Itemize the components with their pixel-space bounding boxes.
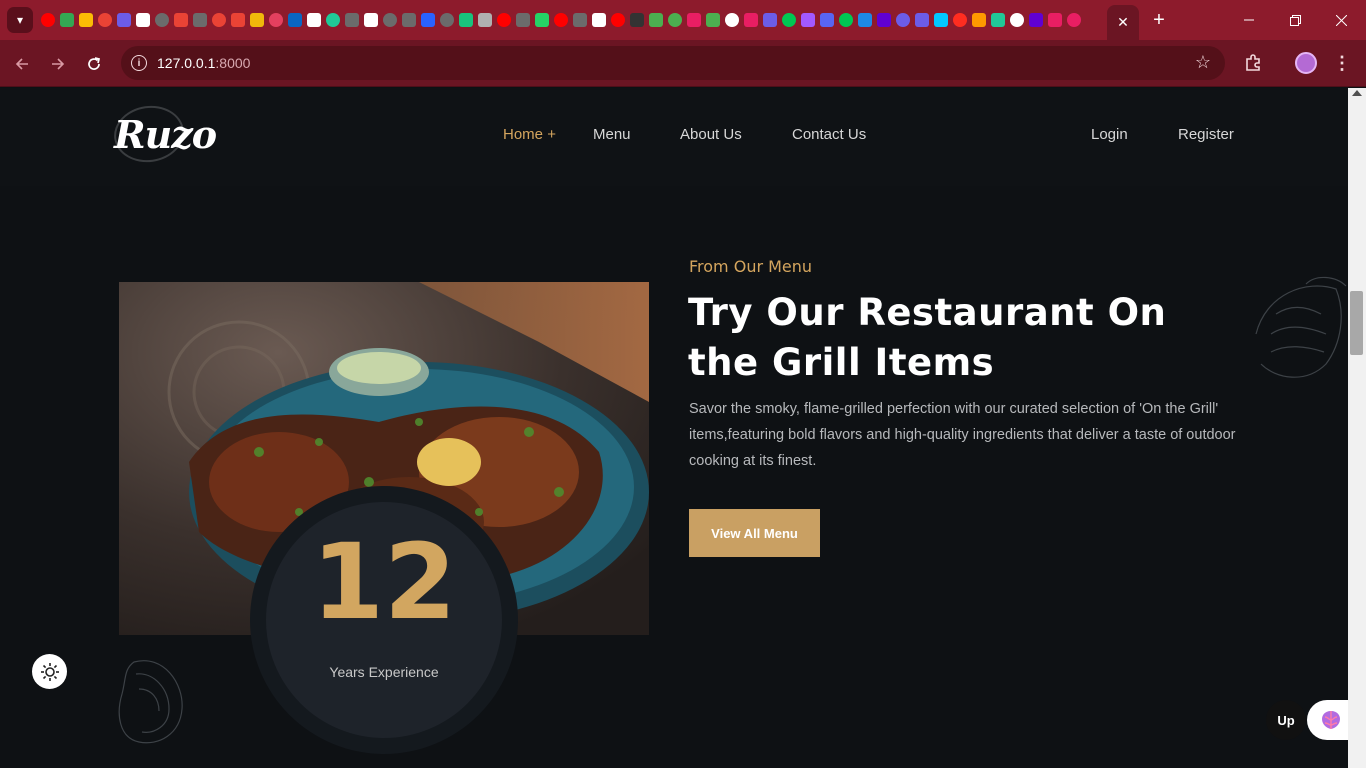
pinned-tab-favicon-icon[interactable] <box>57 9 76 31</box>
pinned-tab-favicon-icon[interactable] <box>494 9 513 31</box>
pinned-tab-favicon-icon[interactable] <box>247 9 266 31</box>
pinned-tab-favicon-icon[interactable] <box>950 9 969 31</box>
section-description: Savor the smoky, flame-grilled perfectio… <box>689 401 1236 469</box>
pinned-tab-favicon-icon[interactable] <box>817 9 836 31</box>
pinned-tab-favicon-icon[interactable] <box>266 9 285 31</box>
pinned-tab-favicon-icon[interactable] <box>380 9 399 31</box>
new-tab-button[interactable]: + <box>1146 9 1172 31</box>
scroll-thumb[interactable] <box>1350 291 1363 355</box>
pinned-tab-favicon-icon[interactable] <box>893 9 912 31</box>
pinned-tab-favicon-icon[interactable] <box>931 9 950 31</box>
pinned-tab-favicon-icon[interactable] <box>1045 9 1064 31</box>
pinned-tab-favicon-icon[interactable] <box>285 9 304 31</box>
pinned-tab-favicon-icon[interactable] <box>779 9 798 31</box>
pinned-tab-favicon-icon[interactable] <box>1007 9 1026 31</box>
pinned-tab-favicon-icon[interactable] <box>551 9 570 31</box>
section-headline: Try Our Restaurant On the Grill Items <box>688 291 1167 384</box>
pinned-tab-favicon-icon[interactable] <box>646 9 665 31</box>
pinned-tab-favicon-icon[interactable] <box>1026 9 1045 31</box>
pinned-tab-favicon-icon[interactable] <box>684 9 703 31</box>
theme-toggle-sun-icon[interactable] <box>32 654 67 689</box>
pinned-tab-favicon-icon[interactable] <box>76 9 95 31</box>
pinned-tab-favicon-icon[interactable] <box>304 9 323 31</box>
pinned-tab-favicon-icon[interactable] <box>323 9 342 31</box>
site-header: Ruzo Home + Menu About Us Contact Us Log… <box>0 88 1348 186</box>
pinned-tab-favicon-icon[interactable] <box>171 9 190 31</box>
pinned-tab-favicon-icon[interactable] <box>418 9 437 31</box>
pinned-tab-favicon-icon[interactable] <box>855 9 874 31</box>
pinned-tab-favicon-icon[interactable] <box>475 9 494 31</box>
pinned-tab-favicon-icon[interactable] <box>513 9 532 31</box>
pinned-tab-favicon-icon[interactable] <box>703 9 722 31</box>
pinned-tab-favicon-icon[interactable] <box>38 9 57 31</box>
browser-toolbar: i 127.0.0.1:8000 ☆ ⋮ <box>0 40 1366 87</box>
minimize-icon[interactable] <box>1226 0 1272 40</box>
pinned-tab-favicon-icon[interactable] <box>665 9 684 31</box>
experience-years-number: 12 <box>311 521 457 643</box>
fish-steak-sketch-decoration <box>118 660 183 744</box>
hands-sketch-decoration <box>1255 276 1347 378</box>
section-kicker: From Our Menu <box>689 257 813 276</box>
pinned-tab-favicon-icon[interactable] <box>342 9 361 31</box>
pinned-tab-favicon-icon[interactable] <box>209 9 228 31</box>
view-all-menu-button[interactable]: View All Menu <box>689 509 820 557</box>
back-arrow-icon[interactable] <box>8 50 36 78</box>
site-logo[interactable]: Ruzo <box>114 112 217 157</box>
pinned-tab-favicon-icon[interactable] <box>722 9 741 31</box>
forward-arrow-icon[interactable] <box>44 50 72 78</box>
restore-icon[interactable] <box>1272 0 1318 40</box>
reload-icon[interactable] <box>80 50 108 78</box>
pinned-tab-favicon-icon[interactable] <box>437 9 456 31</box>
nav-contact-us[interactable]: Contact Us <box>792 126 866 143</box>
pinned-tab-favicon-icon[interactable] <box>627 9 646 31</box>
nav-menu[interactable]: Menu <box>593 126 631 143</box>
tab-search-chevron-icon[interactable]: ▾ <box>7 7 33 33</box>
pinned-tab-favicon-icon[interactable] <box>532 9 551 31</box>
pinned-tab-favicon-icon[interactable] <box>114 9 133 31</box>
pinned-tab-favicon-icon[interactable] <box>988 9 1007 31</box>
pinned-tab-favicon-icon[interactable] <box>589 9 608 31</box>
pinned-tab-favicon-icon[interactable] <box>95 9 114 31</box>
address-bar[interactable]: i 127.0.0.1:8000 ☆ <box>121 46 1225 80</box>
pinned-tab-favicon-icon[interactable] <box>912 9 931 31</box>
pinned-tab-favicon-icon[interactable] <box>874 9 893 31</box>
register-link[interactable]: Register <box>1178 126 1234 143</box>
pinned-tab-favicon-icon[interactable] <box>190 9 209 31</box>
pinned-tab-favicon-icon[interactable] <box>399 9 418 31</box>
address-url: 127.0.0.1:8000 <box>157 55 251 71</box>
pinned-tab-favicon-icon[interactable] <box>361 9 380 31</box>
pinned-tab-favicon-icon[interactable] <box>836 9 855 31</box>
nav-home[interactable]: Home + <box>503 126 556 143</box>
pinned-tabs <box>38 9 1083 31</box>
pinned-tab-favicon-icon[interactable] <box>133 9 152 31</box>
pinned-tab-favicon-icon[interactable] <box>608 9 627 31</box>
nav-about-us[interactable]: About Us <box>680 126 742 143</box>
ai-assistant-brain-icon[interactable] <box>1307 700 1348 740</box>
pinned-tab-favicon-icon[interactable] <box>1064 9 1083 31</box>
pinned-tab-favicon-icon[interactable] <box>456 9 475 31</box>
pinned-tab-favicon-icon[interactable] <box>228 9 247 31</box>
pinned-tab-favicon-icon[interactable] <box>741 9 760 31</box>
site-info-icon[interactable]: i <box>131 55 147 71</box>
pinned-tab-favicon-icon[interactable] <box>760 9 779 31</box>
page-scrollbar[interactable] <box>1348 88 1366 768</box>
scroll-up-arrow-icon[interactable] <box>1352 90 1362 96</box>
pinned-tab-favicon-icon[interactable] <box>570 9 589 31</box>
extensions-puzzle-icon[interactable] <box>1240 50 1266 76</box>
bookmark-star-icon[interactable]: ☆ <box>1195 52 1211 73</box>
close-window-icon[interactable] <box>1318 0 1364 40</box>
profile-avatar[interactable] <box>1295 52 1317 74</box>
browser-tab-strip: ▾ ✕ + <box>0 0 1366 40</box>
experience-label: Years Experience <box>329 664 439 680</box>
web-page: Ruzo Home + Menu About Us Contact Us Log… <box>0 88 1348 768</box>
pinned-tab-favicon-icon[interactable] <box>152 9 171 31</box>
browser-menu-icon[interactable]: ⋮ <box>1330 50 1354 76</box>
upwork-extension-button[interactable]: Up <box>1266 700 1306 740</box>
pinned-tab-favicon-icon[interactable] <box>969 9 988 31</box>
active-tab-close-button[interactable]: ✕ <box>1107 5 1139 40</box>
pinned-tab-favicon-icon[interactable] <box>798 9 817 31</box>
login-link[interactable]: Login <box>1091 126 1128 143</box>
